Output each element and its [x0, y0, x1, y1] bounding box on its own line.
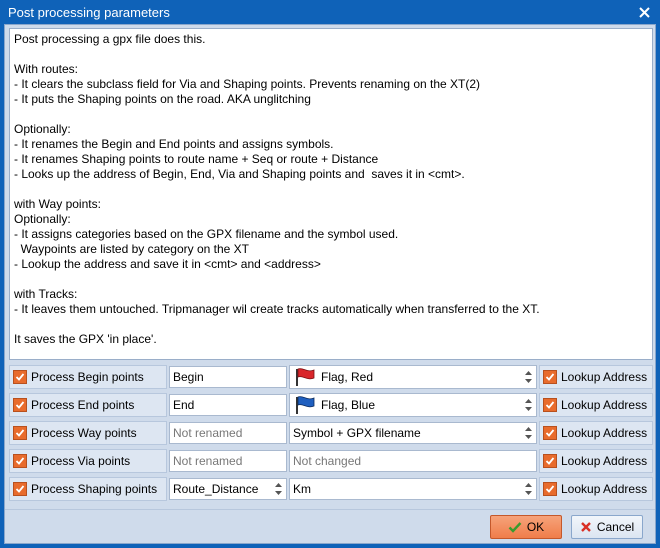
checkbox-checked-icon [543, 370, 557, 384]
spin-arrows-icon [274, 481, 283, 497]
description-line [14, 107, 648, 122]
ok-label: OK [526, 519, 545, 534]
end-name-input[interactable]: End [169, 394, 287, 416]
description-line [14, 272, 648, 287]
end-lookup-checkbox[interactable]: Lookup Address [539, 393, 653, 417]
via-lookup-label: Lookup Address [561, 454, 648, 468]
end-symbol-value: Flag, Blue [321, 398, 376, 412]
checkbox-checked-icon [13, 370, 27, 384]
description-line: - It puts the Shaping points on the road… [14, 92, 311, 106]
process-begin-label: Process Begin points [31, 370, 144, 384]
description-line: It saves the GPX 'in place'. [14, 332, 157, 346]
row-end-points: Process End points End Flag, Blue Lookup… [9, 391, 653, 419]
shaping-lookup-label: Lookup Address [561, 482, 648, 496]
shaping-unit-value: Km [293, 482, 311, 496]
shaping-unit-select[interactable]: Km [289, 478, 537, 500]
process-way-checkbox[interactable]: Process Way points [9, 421, 167, 445]
via-symbol-value: Not changed [293, 454, 362, 468]
checkbox-checked-icon [543, 482, 557, 496]
process-shaping-checkbox[interactable]: Process Shaping points [9, 477, 167, 501]
way-category-value: Symbol + GPX filename [293, 426, 421, 440]
spin-arrows-icon [524, 369, 533, 385]
shaping-name-value: Route_Distance [173, 482, 259, 496]
begin-symbol-select[interactable]: Flag, Red [289, 365, 537, 389]
shaping-lookup-checkbox[interactable]: Lookup Address [539, 477, 653, 501]
checkbox-checked-icon [13, 454, 27, 468]
description-line: - It renames Shaping points to route nam… [14, 152, 379, 166]
dialog-client: Post processing a gpx file does this. Wi… [4, 24, 656, 544]
description-line [14, 317, 648, 332]
description-line: Post processing a gpx file does this. [14, 32, 206, 46]
cancel-label: Cancel [596, 519, 635, 534]
description-line [14, 47, 648, 62]
close-icon [638, 6, 650, 18]
red-flag-icon [296, 368, 315, 386]
end-symbol-select[interactable]: Flag, Blue [289, 393, 537, 417]
description-line: Waypoints are listed by category on the … [14, 242, 250, 256]
description-line: - It renames the Begin and End points an… [14, 137, 334, 151]
begin-lookup-checkbox[interactable]: Lookup Address [539, 365, 653, 389]
process-way-label: Process Way points [31, 426, 137, 440]
process-shaping-label: Process Shaping points [31, 482, 158, 496]
way-name-input[interactable]: Not renamed [169, 422, 287, 444]
spin-arrows-icon [524, 425, 533, 441]
process-via-checkbox[interactable]: Process Via points [9, 449, 167, 473]
via-lookup-checkbox[interactable]: Lookup Address [539, 449, 653, 473]
checkbox-checked-icon [13, 426, 27, 440]
begin-lookup-label: Lookup Address [561, 370, 648, 384]
button-bar: OK Cancel [5, 509, 655, 543]
spin-arrows-icon [524, 397, 533, 413]
description-textbox[interactable]: Post processing a gpx file does this. Wi… [9, 28, 653, 360]
blue-flag-icon [296, 396, 315, 414]
way-lookup-checkbox[interactable]: Lookup Address [539, 421, 653, 445]
description-line: with Tracks: [14, 287, 78, 301]
checkmark-icon [508, 521, 522, 533]
checkbox-checked-icon [13, 482, 27, 496]
process-via-label: Process Via points [31, 454, 131, 468]
row-begin-points: Process Begin points Begin Flag, Red Loo… [9, 363, 653, 391]
checkbox-checked-icon [543, 454, 557, 468]
description-line: - Lookup the address and save it in <cmt… [14, 257, 321, 271]
shaping-name-select[interactable]: Route_Distance [169, 478, 287, 500]
description-line: - It leaves them untouched. Tripmanager … [14, 302, 540, 316]
process-end-label: Process End points [31, 398, 135, 412]
close-button[interactable] [632, 1, 656, 23]
description-line: - Looks up the address of Begin, End, Vi… [14, 167, 465, 181]
row-way-points: Process Way points Not renamed Symbol + … [9, 419, 653, 447]
process-end-checkbox[interactable]: Process End points [9, 393, 167, 417]
checkbox-checked-icon [543, 426, 557, 440]
description-line: Optionally: [14, 122, 71, 136]
cancel-button[interactable]: Cancel [571, 514, 643, 539]
ok-button[interactable]: OK [490, 514, 562, 539]
description-line: - It clears the subclass field for Via a… [14, 77, 481, 91]
end-lookup-label: Lookup Address [561, 398, 648, 412]
process-begin-checkbox[interactable]: Process Begin points [9, 365, 167, 389]
description-line: With routes: [14, 62, 79, 76]
cancel-x-icon [580, 521, 592, 533]
description-line: Optionally: [14, 212, 71, 226]
description-line: - It assigns categories based on the GPX… [14, 227, 399, 241]
window-title: Post processing parameters [8, 4, 170, 20]
via-name-input[interactable]: Not renamed [169, 450, 287, 472]
via-symbol-input[interactable]: Not changed [289, 450, 537, 472]
dialog-window: Post processing parameters Post processi… [0, 0, 660, 548]
row-via-points: Process Via points Not renamed Not chang… [9, 447, 653, 475]
checkbox-checked-icon [543, 398, 557, 412]
way-lookup-label: Lookup Address [561, 426, 648, 440]
begin-name-input[interactable]: Begin [169, 366, 287, 388]
description-line: with Way points: [14, 197, 101, 211]
row-shaping-points: Process Shaping points Route_Distance Km… [9, 475, 653, 503]
spin-arrows-icon [524, 481, 533, 497]
begin-symbol-value: Flag, Red [321, 370, 374, 384]
options-grid: Process Begin points Begin Flag, Red Loo… [9, 363, 653, 503]
description-line [14, 182, 648, 197]
way-category-select[interactable]: Symbol + GPX filename [289, 422, 537, 444]
checkbox-checked-icon [13, 398, 27, 412]
title-bar[interactable]: Post processing parameters [4, 0, 656, 24]
